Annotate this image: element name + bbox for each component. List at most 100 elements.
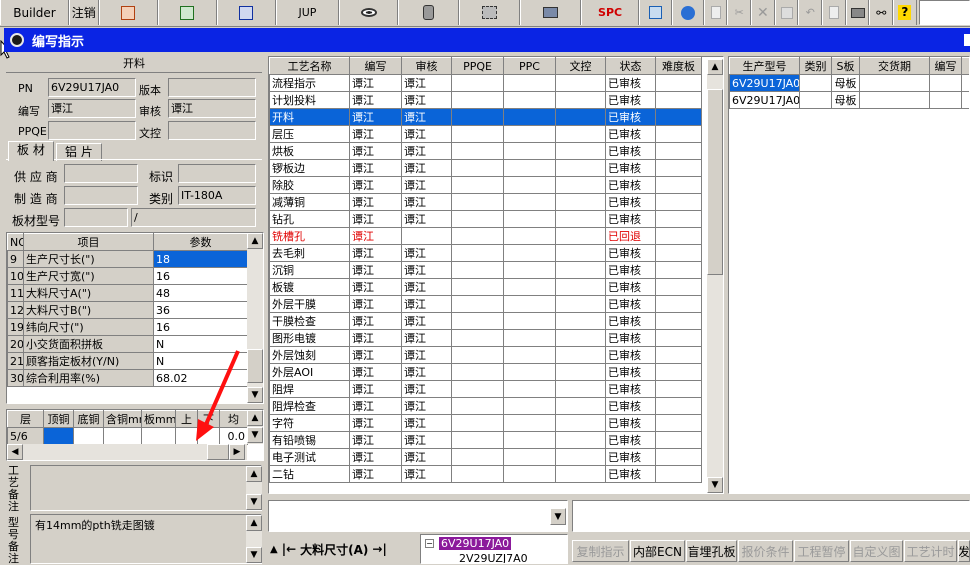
- process-cell-ppqe[interactable]: [452, 262, 504, 279]
- process-cell-ppqe[interactable]: [452, 92, 504, 109]
- network-button[interactable]: [459, 0, 520, 25]
- layer-col-header[interactable]: 底铜: [74, 411, 104, 428]
- bottom-button[interactable]: 工程暂停: [794, 540, 849, 562]
- process-cell-reviewer[interactable]: 谭江: [402, 313, 452, 330]
- param-cell-item[interactable]: 小交货面积拼板: [24, 336, 154, 353]
- process-cell-status[interactable]: 已审核: [606, 245, 656, 262]
- ie-button[interactable]: [672, 0, 704, 25]
- process-cell-doc-control[interactable]: [556, 279, 606, 296]
- process-row[interactable]: 层压谭江谭江已审核: [270, 126, 702, 143]
- layer-col-header[interactable]: 层: [8, 411, 44, 428]
- process-cell-ppqe[interactable]: [452, 449, 504, 466]
- process-cell-ppc[interactable]: [504, 313, 556, 330]
- process-col-header[interactable]: PPC: [504, 58, 556, 75]
- process-cell-ppqe[interactable]: [452, 109, 504, 126]
- process-cell-doc-control[interactable]: [556, 381, 606, 398]
- process-cell-difficulty[interactable]: [656, 415, 702, 432]
- process-cell-doc-control[interactable]: [556, 177, 606, 194]
- process-cell-name[interactable]: 钻孔: [270, 211, 350, 228]
- process-cell-name[interactable]: 铣槽孔: [270, 228, 350, 245]
- param-col-param[interactable]: 参数: [154, 234, 248, 251]
- layer-col-header[interactable]: 顶铜: [44, 411, 74, 428]
- process-cell-ppc[interactable]: [504, 432, 556, 449]
- model-cell-delivery[interactable]: [860, 92, 930, 109]
- material-model-suffix-field[interactable]: /: [131, 208, 256, 227]
- process-cell-status[interactable]: 已审核: [606, 330, 656, 347]
- process-cell-difficulty[interactable]: [656, 466, 702, 483]
- reviewer-field[interactable]: 谭江: [168, 99, 256, 118]
- process-cell-ppc[interactable]: [504, 466, 556, 483]
- process-cell-author[interactable]: 谭江: [350, 228, 402, 245]
- process-cell-doc-control[interactable]: [556, 466, 606, 483]
- param-cell-no[interactable]: 19: [8, 319, 24, 336]
- print-button[interactable]: [846, 0, 870, 25]
- process-cell-author[interactable]: 谭江: [350, 92, 402, 109]
- process-cell-name[interactable]: 锣板边: [270, 160, 350, 177]
- process-col-header[interactable]: 审核: [402, 58, 452, 75]
- process-cell-ppc[interactable]: [504, 449, 556, 466]
- process-cell-difficulty[interactable]: [656, 160, 702, 177]
- model-cell-sboard[interactable]: 母板: [832, 75, 860, 92]
- param-cell-item[interactable]: 顾客指定板材(Y/N): [24, 353, 154, 370]
- process-cell-name[interactable]: 图形电镀: [270, 330, 350, 347]
- layer-table-hscroll[interactable]: ◀ ▶: [7, 444, 247, 460]
- layer-cell[interactable]: [104, 428, 142, 445]
- process-table-scrollbar[interactable]: ▲ ▼: [707, 59, 723, 493]
- process-cell-ppc[interactable]: [504, 126, 556, 143]
- note-scroll-up-icon[interactable]: ▲: [246, 466, 262, 482]
- process-cell-author[interactable]: 谭江: [350, 466, 402, 483]
- process-cell-ppqe[interactable]: [452, 279, 504, 296]
- model-row[interactable]: 6V29U17JA0母板: [730, 92, 970, 109]
- toolbar-input[interactable]: [919, 0, 970, 25]
- cut-button[interactable]: ✂: [727, 0, 751, 25]
- process-cell-reviewer[interactable]: [402, 228, 452, 245]
- process-cell-reviewer[interactable]: 谭江: [402, 381, 452, 398]
- process-cell-status[interactable]: 已审核: [606, 279, 656, 296]
- model-col-header[interactable]: S板: [832, 58, 860, 75]
- process-scroll-up-icon[interactable]: ▲: [707, 59, 723, 75]
- process-cell-name[interactable]: 除胶: [270, 177, 350, 194]
- process-cell-reviewer[interactable]: 谭江: [402, 415, 452, 432]
- process-cell-ppqe[interactable]: [452, 432, 504, 449]
- param-cell-value[interactable]: 36: [154, 302, 248, 319]
- tab-board-material[interactable]: 板 材: [8, 141, 54, 161]
- process-cell-author[interactable]: 谭江: [350, 143, 402, 160]
- process-note-field[interactable]: [30, 465, 262, 511]
- model-cell-category[interactable]: [800, 92, 832, 109]
- process-cell-reviewer[interactable]: 谭江: [402, 194, 452, 211]
- category-field[interactable]: IT-180A: [178, 186, 256, 205]
- process-cell-status[interactable]: 已审核: [606, 449, 656, 466]
- process-cell-status[interactable]: 已审核: [606, 126, 656, 143]
- process-cell-difficulty[interactable]: [656, 143, 702, 160]
- process-cell-difficulty[interactable]: [656, 262, 702, 279]
- layer-scroll-down-icon[interactable]: ▼: [247, 427, 263, 443]
- process-scroll-thumb[interactable]: [707, 89, 723, 275]
- process-cell-ppc[interactable]: [504, 296, 556, 313]
- process-cell-author[interactable]: 谭江: [350, 398, 402, 415]
- tree-child-node[interactable]: 2V29UZJ7A0: [459, 552, 528, 564]
- process-cell-ppc[interactable]: [504, 211, 556, 228]
- bottom-button[interactable]: 复制指示: [572, 540, 629, 562]
- process-cell-status[interactable]: 已审核: [606, 364, 656, 381]
- process-cell-ppqe[interactable]: [452, 415, 504, 432]
- process-cell-status[interactable]: 已审核: [606, 415, 656, 432]
- bottom-button[interactable]: 发: [958, 540, 970, 562]
- process-cell-author[interactable]: 谭江: [350, 313, 402, 330]
- process-cell-name[interactable]: 减薄铜: [270, 194, 350, 211]
- process-cell-reviewer[interactable]: 谭江: [402, 245, 452, 262]
- process-cell-difficulty[interactable]: [656, 381, 702, 398]
- param-cell-item[interactable]: 大料尺寸B("): [24, 302, 154, 319]
- process-cell-ppqe[interactable]: [452, 245, 504, 262]
- param-cell-item[interactable]: 大料尺寸A("): [24, 285, 154, 302]
- process-row[interactable]: 外层AOI谭江谭江已审核: [270, 364, 702, 381]
- model-col-header[interactable]: 交货期: [860, 58, 930, 75]
- process-cell-ppc[interactable]: [504, 364, 556, 381]
- bottom-center-scroll[interactable]: ▼: [550, 501, 567, 531]
- bottom-button[interactable]: 自定义图: [850, 540, 903, 562]
- process-cell-difficulty[interactable]: [656, 449, 702, 466]
- process-cell-status[interactable]: 已审核: [606, 262, 656, 279]
- process-cell-ppc[interactable]: [504, 347, 556, 364]
- database-button[interactable]: [398, 0, 459, 25]
- process-scroll-down-icon[interactable]: ▼: [707, 477, 723, 493]
- process-cell-author[interactable]: 谭江: [350, 126, 402, 143]
